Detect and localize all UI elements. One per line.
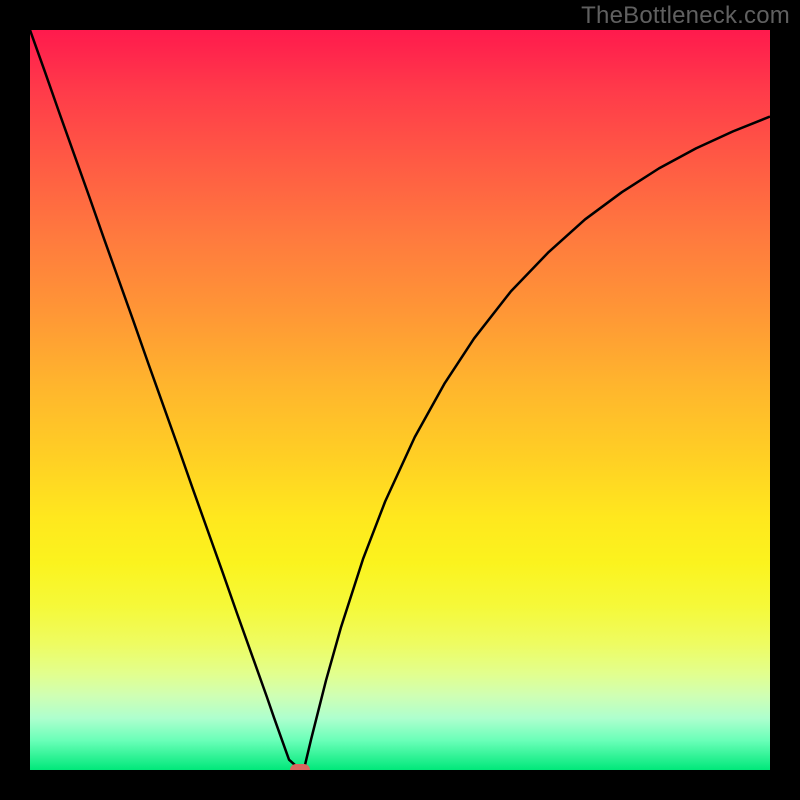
curve-layer [30, 30, 770, 770]
plot-area [30, 30, 770, 770]
chart-frame: TheBottleneck.com [0, 0, 800, 800]
bottleneck-curve [30, 30, 770, 770]
watermark-text: TheBottleneck.com [581, 2, 790, 30]
optimal-point-marker [290, 764, 310, 770]
